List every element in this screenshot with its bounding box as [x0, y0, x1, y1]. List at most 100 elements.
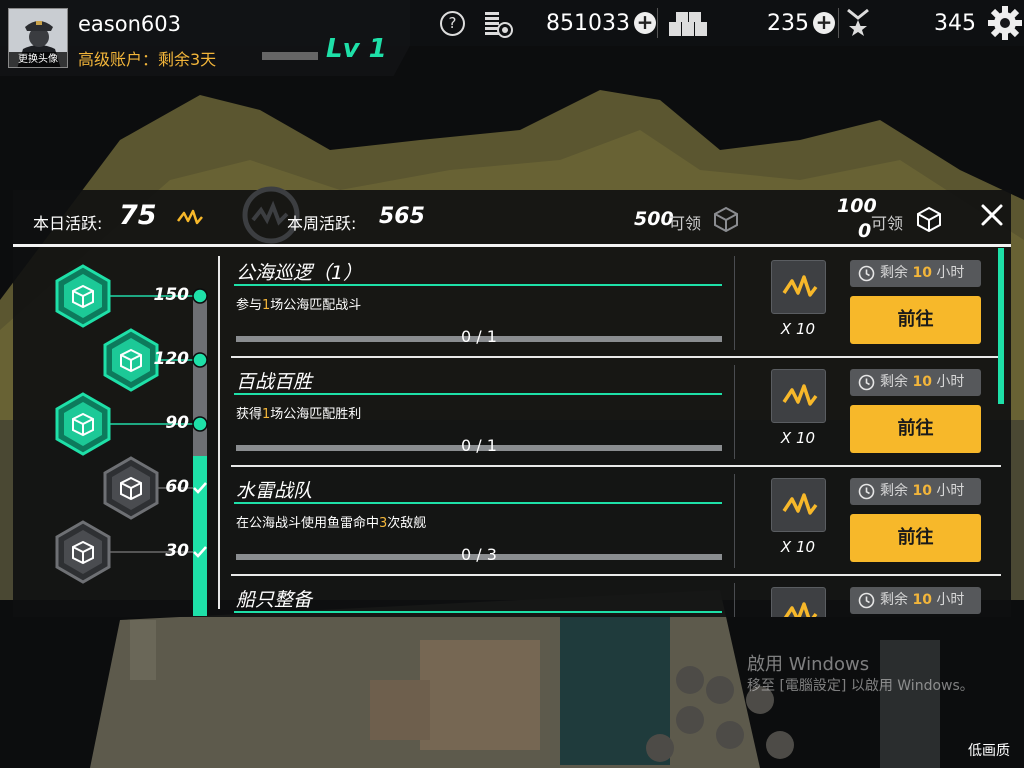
milestone-value: 150	[153, 285, 190, 305]
quest-description: 在公海战斗使用鱼雷命中3次敌舰	[236, 516, 427, 531]
quest-reward-amount: X 10	[780, 429, 816, 447]
activity-pulse-icon	[177, 209, 203, 225]
quest-title-underline	[234, 284, 722, 286]
quest-progress-count: 0 / 1	[461, 327, 497, 346]
go-button[interactable]: 前往	[850, 405, 981, 453]
milestone-value: 60	[165, 477, 189, 497]
milestone-chest-button[interactable]	[51, 520, 115, 584]
daily-activity-label: 本日活跃:	[33, 214, 103, 233]
quest-column-divider	[734, 474, 735, 568]
hexagon-chest-icon	[55, 392, 111, 456]
level-progress-bar	[262, 52, 318, 60]
quest-list-scrollbar[interactable]	[998, 248, 1004, 404]
milestone-check-icon	[193, 546, 207, 558]
quest-timer: 剩余 10 小时	[850, 587, 981, 614]
go-button[interactable]: 前往	[850, 296, 981, 344]
quest-column-divider	[734, 256, 735, 350]
milestone-value: 90	[165, 413, 189, 433]
milestone-node-icon	[192, 416, 208, 432]
hexagon-chest-icon	[55, 264, 111, 328]
currency3-group: 345	[934, 8, 976, 38]
reward-box-icon[interactable]	[713, 206, 739, 232]
level-label: Lv 1	[326, 34, 387, 64]
activity-pulse-icon	[782, 275, 818, 297]
quest-column-divider	[734, 365, 735, 459]
quest-title: 公海巡逻（1）	[236, 262, 363, 284]
activity-panel: 本日活跃: 75 本周活跃: 565 500 可领 100 0 可领 150 1…	[13, 186, 1011, 617]
change-avatar-label: 更换头像	[9, 52, 67, 67]
quest-title: 船只整备	[236, 589, 313, 611]
username: eason603	[78, 12, 181, 36]
quest-reward-icon	[771, 260, 826, 314]
quest-reward-icon	[771, 587, 826, 617]
reward-box-icon[interactable]	[916, 206, 942, 232]
divider	[657, 8, 658, 38]
reward2-amount-bottom: 0	[858, 220, 872, 242]
clock-icon	[858, 592, 875, 609]
supply-crates-icon	[669, 12, 707, 36]
weekly-reward-amount: 500	[634, 208, 674, 230]
clock-icon	[858, 483, 875, 500]
activity-pulse-icon	[782, 384, 818, 406]
quest-reward-icon	[771, 369, 826, 423]
quest-title-underline	[234, 611, 722, 613]
quest-progress-count: 0 / 1	[461, 436, 497, 455]
currency3-value: 345	[934, 10, 976, 36]
divider	[838, 8, 839, 38]
activity-milestone-track: 150 120 90 60 30	[13, 248, 223, 617]
currency1-group: 851033 +	[546, 8, 656, 38]
close-icon[interactable]	[979, 202, 1005, 228]
milestone-chest-button[interactable]	[51, 264, 115, 328]
clock-icon	[858, 374, 875, 391]
weekly-activity-value: 565	[379, 204, 425, 229]
header-divider	[13, 244, 1011, 247]
currency2-group: 235 +	[767, 8, 835, 38]
quest-timer: 剩余 10 小时	[850, 260, 981, 287]
settings-gear-icon[interactable]	[987, 5, 1023, 41]
quest-item: 百战百胜获得1场公海匹配胜利 0 / 1 X 10 剩余 10 小时前往	[231, 365, 1001, 473]
quest-timer: 剩余 10 小时	[850, 369, 981, 396]
activation-watermark-subtitle: 移至 [電腦設定] 以啟用 Windows。	[747, 678, 974, 694]
milestone-value: 120	[153, 349, 190, 369]
quest-description: 获得1场公海匹配胜利	[236, 407, 362, 422]
activity-pulse-icon	[783, 602, 818, 617]
quest-progress-count: 0 / 3	[461, 545, 497, 564]
milestone-value: 30	[165, 541, 189, 561]
hexagon-chest-icon	[55, 520, 111, 584]
milestone-node-icon	[192, 288, 208, 304]
quest-item: 船只整备 剩余 10 小时	[231, 583, 987, 617]
currency2-value: 235	[767, 10, 809, 36]
activation-watermark-title: 啟用 Windows	[747, 654, 870, 675]
quest-reward-icon	[771, 478, 826, 532]
quest-list-divider	[218, 256, 220, 609]
currency1-value: 851033	[546, 10, 630, 36]
quest-column-divider	[734, 583, 735, 617]
quest-title: 百战百胜	[236, 371, 313, 393]
account-status: 高级账户：剩余3天	[78, 50, 217, 69]
coin-stack-icon	[485, 12, 513, 38]
low-quality-toggle[interactable]: 低画质	[968, 740, 1010, 760]
milestone-check-icon	[193, 482, 207, 494]
quest-reward-amount: X 10	[780, 538, 816, 556]
add-currency2-button[interactable]: +	[813, 12, 835, 34]
milestone-chest-button[interactable]	[51, 392, 115, 456]
milestone-node-icon	[192, 352, 208, 368]
avatar[interactable]: 更换头像	[8, 8, 68, 68]
quest-description: 参与1场公海匹配战斗	[236, 298, 362, 313]
medal-star-icon	[847, 8, 869, 36]
quest-divider	[231, 465, 1001, 467]
quest-title-underline	[234, 502, 722, 504]
help-button[interactable]: ?	[440, 11, 465, 36]
quest-divider	[231, 356, 1001, 358]
quest-title: 水雷战队	[236, 480, 313, 502]
activity-pulse-icon	[782, 493, 818, 515]
quest-timer: 剩余 10 小时	[850, 478, 981, 505]
quest-item: 水雷战队在公海战斗使用鱼雷命中3次敌舰 0 / 3 X 10 剩余 10 小时前往	[231, 474, 1001, 582]
add-currency1-button[interactable]: +	[633, 12, 656, 34]
activity-header: 本日活跃: 75 本周活跃: 565 500 可领 100 0 可领	[13, 186, 1011, 246]
quest-divider	[231, 574, 1001, 576]
quest-reward-amount: X 10	[780, 320, 816, 338]
quest-item: 公海巡逻（1） 参与1场公海匹配战斗 0 / 1 X 10 剩余 10 小时前往	[231, 256, 1001, 364]
go-button[interactable]: 前往	[850, 514, 981, 562]
quest-title-underline	[234, 393, 722, 395]
